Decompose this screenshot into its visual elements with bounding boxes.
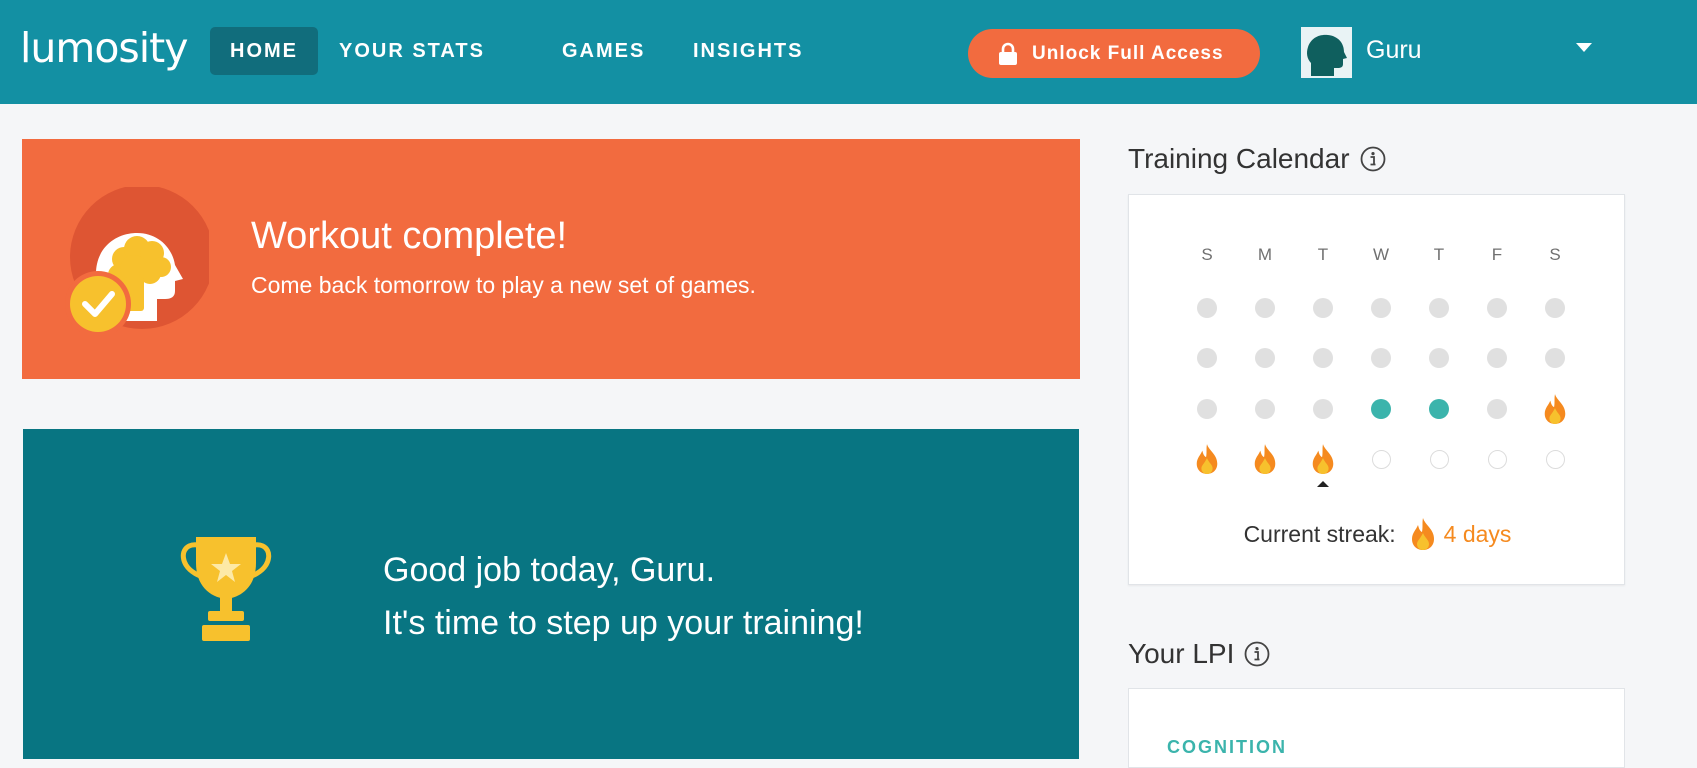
- info-icon[interactable]: [1360, 146, 1386, 172]
- calendar-dot: [1371, 298, 1391, 318]
- calendar-day-cell: [1308, 343, 1338, 373]
- flame-icon: [1312, 444, 1334, 474]
- calendar-day-cell: [1308, 293, 1338, 323]
- calendar-dot: [1429, 449, 1449, 469]
- info-icon[interactable]: [1244, 641, 1270, 667]
- lpi-category-cognition: COGNITION: [1167, 737, 1287, 757]
- trained-day-dot: [1371, 399, 1391, 419]
- flame-icon: [1196, 444, 1218, 474]
- calendar-day-cell: [1308, 394, 1338, 424]
- flame-icon: [1411, 518, 1434, 550]
- calendar-day-cell: [1482, 444, 1512, 474]
- trained-day-dot: [1429, 399, 1449, 419]
- calendar-day-cell: [1192, 293, 1222, 323]
- calendar-dot: [1197, 399, 1217, 419]
- calendar-day-cell: [1482, 293, 1512, 323]
- calendar-day-tuesday: T: [1317, 245, 1329, 264]
- calendar-day-cell: [1250, 293, 1280, 323]
- training-calendar-title: Training Calendar: [1128, 143, 1350, 174]
- account-dropdown-caret-icon[interactable]: [1576, 43, 1592, 52]
- nav-games[interactable]: GAMES: [542, 27, 665, 75]
- your-lpi-title: Your LPI: [1128, 638, 1235, 669]
- calendar-day-cell: [1424, 293, 1454, 323]
- calendar-dot: [1255, 298, 1275, 318]
- calendar-dot: [1371, 449, 1391, 469]
- calendar-day-sunday: S: [1201, 245, 1213, 264]
- calendar-dot: [1429, 348, 1449, 368]
- calendar-dot: [1255, 348, 1275, 368]
- calendar-day-cell: [1250, 444, 1280, 474]
- calendar-day-cell: [1308, 444, 1338, 474]
- calendar-day-cell: [1192, 444, 1222, 474]
- calendar-dot: [1197, 298, 1217, 318]
- current-streak: Current streak: 4 days: [1129, 517, 1626, 551]
- nav-insights[interactable]: INSIGHTS: [673, 27, 823, 75]
- calendar-day-cell: [1366, 394, 1396, 424]
- calendar-day-cell: [1366, 293, 1396, 323]
- workout-complete-subtitle: Come back tomorrow to play a new set of …: [251, 272, 756, 298]
- current-streak-value: 4 days: [1443, 520, 1512, 547]
- lumosity-logo[interactable]: lumosity: [20, 24, 188, 72]
- lpi-card: COGNITION: [1128, 688, 1625, 768]
- calendar-day-cell: [1250, 394, 1280, 424]
- workout-complete-card: Workout complete! Come back tomorrow to …: [22, 139, 1080, 379]
- calendar-day-cell: [1540, 444, 1570, 474]
- flame-icon: [1254, 444, 1276, 474]
- top-navigation-bar: lumosity HOME YOUR STATS GAMES INSIGHTS …: [0, 0, 1697, 104]
- good-job-card: Good job today, Guru. It's time to step …: [23, 429, 1079, 759]
- step-up-training-message: It's time to step up your training!: [383, 604, 864, 642]
- calendar-day-saturday: S: [1549, 245, 1561, 264]
- today-marker-icon: [1317, 481, 1329, 487]
- calendar-dot: [1545, 298, 1565, 318]
- calendar-dot: [1545, 449, 1565, 469]
- calendar-dot: [1313, 348, 1333, 368]
- brain-head-check-icon: [65, 187, 209, 332]
- calendar-dot: [1197, 348, 1217, 368]
- trophy-icon: [180, 537, 272, 641]
- head-silhouette-icon: [1303, 29, 1350, 76]
- user-avatar[interactable]: [1301, 27, 1352, 78]
- calendar-day-cell: [1424, 394, 1454, 424]
- unlock-button-label: Unlock Full Access: [1032, 42, 1224, 64]
- calendar-dot: [1487, 449, 1507, 469]
- flame-icon: [1544, 394, 1566, 424]
- your-lpi-heading: Your LPI: [1128, 638, 1270, 670]
- calendar-dot: [1255, 399, 1275, 419]
- unlock-full-access-button[interactable]: Unlock Full Access: [968, 29, 1260, 78]
- calendar-day-cell: [1540, 343, 1570, 373]
- current-streak-label: Current streak:: [1243, 520, 1396, 547]
- calendar-day-monday: M: [1257, 245, 1273, 264]
- calendar-dot: [1313, 399, 1333, 419]
- calendar-day-cell: [1482, 394, 1512, 424]
- calendar-day-wednesday: W: [1372, 245, 1390, 264]
- calendar-dot: [1487, 348, 1507, 368]
- training-calendar-heading: Training Calendar: [1128, 143, 1386, 175]
- calendar-day-cell: [1540, 394, 1570, 424]
- nav-your-stats[interactable]: YOUR STATS: [319, 27, 505, 75]
- calendar-day-friday: F: [1491, 245, 1503, 264]
- user-name: Guru: [1366, 36, 1422, 64]
- calendar-day-cell: [1366, 444, 1396, 474]
- training-calendar-card: S M T W T F S Current streak: 4 days: [1128, 194, 1625, 585]
- calendar-dot: [1487, 298, 1507, 318]
- good-job-message: Good job today, Guru.: [383, 551, 716, 589]
- calendar-day-cell: [1424, 444, 1454, 474]
- workout-complete-title: Workout complete!: [251, 215, 568, 257]
- calendar-day-thursday: T: [1433, 245, 1445, 264]
- calendar-day-cell: [1482, 343, 1512, 373]
- calendar-day-cell: [1192, 343, 1222, 373]
- calendar-day-cell: [1366, 343, 1396, 373]
- calendar-day-cell: [1540, 293, 1570, 323]
- lock-icon: [999, 42, 1017, 65]
- calendar-dot: [1313, 298, 1333, 318]
- calendar-day-cell: [1192, 394, 1222, 424]
- calendar-dot: [1487, 399, 1507, 419]
- calendar-day-cell: [1424, 343, 1454, 373]
- nav-home[interactable]: HOME: [210, 27, 318, 75]
- calendar-dot: [1545, 348, 1565, 368]
- calendar-dot: [1371, 348, 1391, 368]
- calendar-dot: [1429, 298, 1449, 318]
- calendar-day-cell: [1250, 343, 1280, 373]
